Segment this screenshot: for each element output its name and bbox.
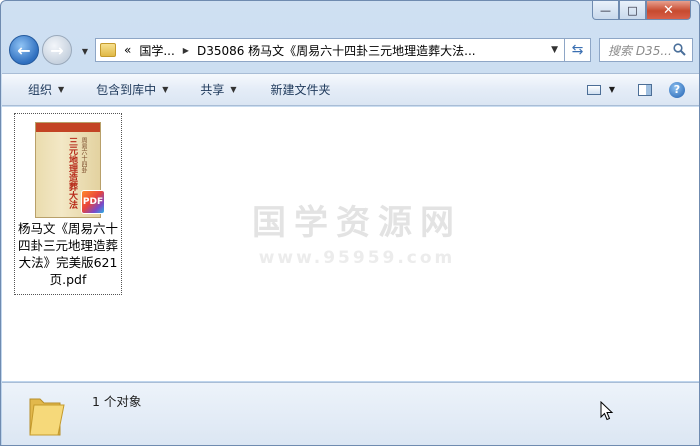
maximize-button[interactable]: □ — [619, 1, 646, 20]
watermark-url: www.95959.com — [258, 248, 456, 268]
folder-icon — [100, 43, 116, 57]
new-folder-button[interactable]: 新建文件夹 — [249, 74, 343, 105]
forward-button[interactable]: → — [42, 35, 72, 65]
recent-pages-dropdown[interactable]: ▼ — [79, 45, 91, 57]
include-in-library-label: 包含到库中 — [96, 83, 157, 97]
breadcrumb-segment-guoxue[interactable]: 国学... — [139, 42, 174, 59]
refresh-button[interactable]: ⇆ — [565, 38, 591, 62]
mouse-cursor-icon — [600, 401, 614, 421]
navigation-bar: ← → ▼ « 国学... ▶ D35086 杨马文《周易六十四卦三元地理造葬大… — [9, 35, 693, 65]
minimize-button[interactable]: — — [592, 1, 619, 20]
item-count: 1 个对象 — [92, 394, 142, 409]
caption-buttons: — □ ✕ — [592, 1, 691, 20]
refresh-icon: ⇆ — [571, 42, 584, 58]
thumbnail-band — [36, 123, 100, 132]
breadcrumb-segment-current[interactable]: D35086 杨马文《周易六十四卦三元地理造葬大法... — [197, 42, 476, 59]
pdf-icon: PDF — [81, 190, 105, 214]
back-arrow-icon: ← — [17, 40, 31, 60]
address-overflow-chevrons[interactable]: « — [124, 43, 131, 57]
search-box[interactable]: 搜索 D35... — [599, 38, 693, 62]
organize-label: 组织 — [28, 83, 53, 97]
explorer-window: — □ ✕ ← → ▼ « 国学... ▶ D35086 杨马文《周易六十四卦三… — [0, 0, 700, 446]
toolbar-right-group: ▼ ? — [579, 74, 699, 105]
change-view-button[interactable]: ▼ — [579, 74, 623, 105]
breadcrumb-separator-icon[interactable]: ▶ — [183, 46, 189, 55]
new-folder-label: 新建文件夹 — [270, 83, 331, 97]
back-button[interactable]: ← — [9, 35, 39, 65]
share-label: 共享 — [200, 83, 225, 97]
preview-pane-button[interactable] — [629, 74, 661, 105]
include-in-library-menu[interactable]: 包含到库中 ▼ — [76, 74, 180, 105]
file-list-area[interactable]: 国学资源网 www.95959.com 周易六十四卦 三元地理造葬大法 PDF … — [2, 107, 699, 381]
watermark-title: 国学资源网 — [252, 203, 462, 243]
organize-menu[interactable]: 组织 ▼ — [2, 74, 76, 105]
details-pane: 1 个对象 — [2, 382, 699, 445]
command-bar: 组织 ▼ 包含到库中 ▼ 共享 ▼ 新建文件夹 ▼ ? — [2, 73, 699, 106]
thumbnail-title: 三元地理造葬大法 — [67, 137, 77, 209]
forward-arrow-icon: → — [50, 40, 64, 60]
file-item[interactable]: 周易六十四卦 三元地理造葬大法 PDF 杨马文《周易六十四卦三元地理造葬大法》完… — [14, 113, 122, 295]
help-button[interactable]: ? — [661, 74, 693, 105]
thumbnail-subtitle: 周易六十四卦 — [80, 137, 87, 173]
address-bar[interactable]: « 国学... ▶ D35086 杨马文《周易六十四卦三元地理造葬大法... ▼ — [95, 38, 565, 62]
search-placeholder[interactable]: 搜索 D35... — [608, 42, 678, 59]
view-icon — [586, 84, 601, 95]
chevron-down-icon: ▼ — [230, 85, 237, 94]
search-icon[interactable] — [673, 43, 686, 56]
chevron-down-icon: ▼ — [608, 85, 616, 94]
close-button[interactable]: ✕ — [646, 1, 691, 20]
share-menu[interactable]: 共享 ▼ — [180, 74, 248, 105]
chevron-down-icon: ▼ — [58, 85, 65, 94]
chevron-down-icon: ▼ — [81, 46, 89, 56]
preview-pane-icon — [638, 83, 652, 96]
folder-icon — [29, 398, 65, 436]
watermark: 国学资源网 www.95959.com — [242, 195, 472, 268]
chevron-down-icon: ▼ — [162, 85, 169, 94]
address-dropdown-icon[interactable]: ▼ — [551, 45, 558, 55]
help-icon: ? — [669, 81, 685, 98]
file-name-label[interactable]: 杨马文《周易六十四卦三元地理造葬大法》完美版621页.pdf — [15, 220, 121, 288]
